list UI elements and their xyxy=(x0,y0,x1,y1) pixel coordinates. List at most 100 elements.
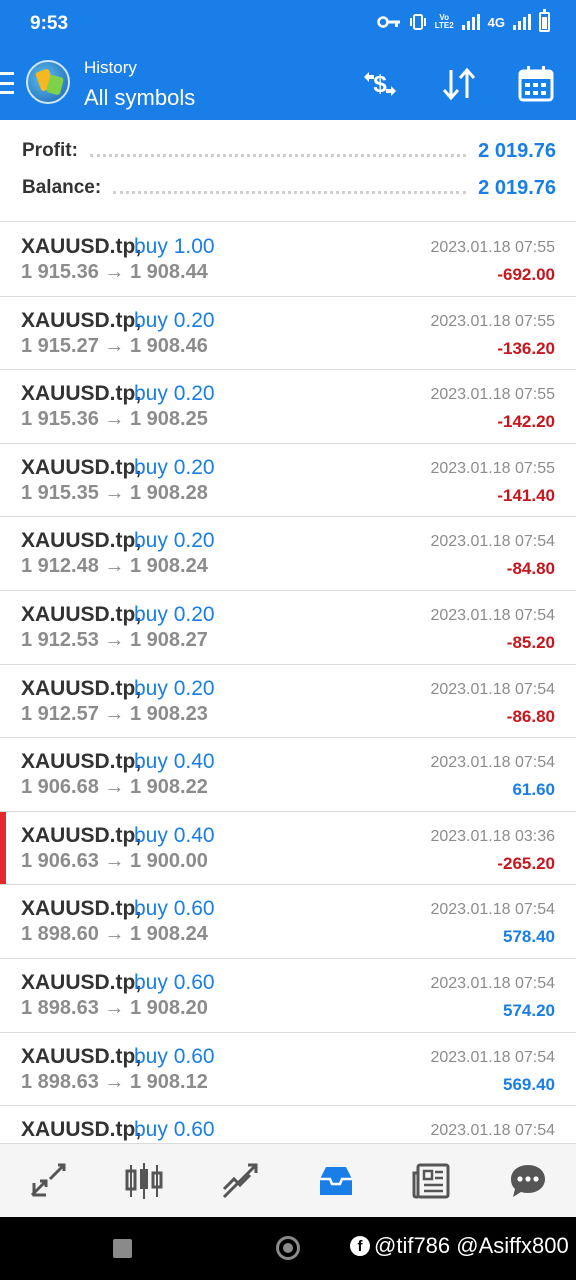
battery-icon xyxy=(539,9,550,32)
deal-row[interactable]: XAUUSD.tp, buy 0.60 1 898.60 → 1 908.24 202… xyxy=(0,885,576,959)
nav-trade[interactable] xyxy=(192,1144,288,1217)
deal-symbol: XAUUSD.tp, xyxy=(21,529,142,553)
deal-profit: -84.80 xyxy=(506,559,555,579)
deal-time: 2023.01.18 03:36 xyxy=(430,827,555,845)
deal-profit: 578.40 xyxy=(503,927,555,947)
calendar-icon[interactable] xyxy=(516,64,556,104)
deal-prices: 1 915.36 → 1 908.44 xyxy=(21,261,208,283)
network-type: 4G xyxy=(487,14,505,30)
balance-row: Balance: 2 019.76 xyxy=(22,173,556,203)
nav-news[interactable] xyxy=(384,1144,480,1217)
summary-panel: Profit: 2 019.76 Balance: 2 019.76 xyxy=(0,120,576,222)
deal-row[interactable]: XAUUSD.tp, buy 0.40 1 906.68 → 1 908.22 202… xyxy=(0,738,576,812)
deal-symbol: XAUUSD.tp, xyxy=(21,750,142,774)
deal-row[interactable]: XAUUSD.tp, buy 0.40 1 906.63 → 1 900.00 202… xyxy=(0,811,576,886)
deal-profit: -265.20 xyxy=(497,853,555,873)
chart-icon xyxy=(125,1162,163,1199)
deal-symbol: XAUUSD.tp, xyxy=(21,823,142,847)
system-nav-bar: f @tif786 @Asiffx800 xyxy=(0,1217,576,1280)
deal-type: buy 0.60 xyxy=(134,970,215,994)
deal-prices: 1 912.48 → 1 908.24 xyxy=(21,555,208,578)
deal-type: buy 0.40 xyxy=(134,750,215,774)
menu-icon[interactable] xyxy=(0,72,16,94)
deals-list[interactable]: XAUUSD.tp, buy 1.00 1 915.36 → 1 908.44 202… xyxy=(0,223,576,1143)
nav-quotes[interactable] xyxy=(0,1144,96,1217)
trade-icon xyxy=(222,1163,258,1198)
deal-symbol: XAUUSD.tp, xyxy=(21,602,142,626)
deal-row[interactable]: XAUUSD.tp, buy 0.60 1 898.63 → 1 908.12 202… xyxy=(0,1032,576,1107)
deal-prices: 1 915.36 → 1 908.25 xyxy=(21,408,208,431)
status-time: 9:53 xyxy=(30,13,69,34)
deal-profit: -85.20 xyxy=(506,632,555,652)
deal-symbol: XAUUSD.tp, xyxy=(21,308,142,332)
nav-history[interactable] xyxy=(288,1144,384,1217)
symbol-filter[interactable]: All symbols xyxy=(84,85,195,111)
deal-row[interactable]: XAUUSD.tp, buy 0.20 1 912.53 → 1 908.27 202… xyxy=(0,590,576,665)
deal-symbol: XAUUSD.tp, xyxy=(21,1044,142,1068)
app-logo[interactable] xyxy=(26,60,70,104)
deal-symbol: XAUUSD.tp, xyxy=(21,382,142,406)
deal-prices: 1 912.57 → 1 908.23 xyxy=(21,702,208,725)
nav-chat[interactable] xyxy=(480,1144,576,1217)
deal-row[interactable]: XAUUSD.tp, buy 0.60 1 898.63 → 1 908.20 202… xyxy=(0,958,576,1033)
deal-time: 2023.01.18 07:55 xyxy=(430,312,555,330)
deal-prices: 1 915.27 → 1 908.46 xyxy=(21,334,208,357)
deal-type: buy 0.20 xyxy=(134,382,215,406)
deal-row[interactable]: XAUUSD.tp, buy 0.20 1 912.57 → 1 908.23 202… xyxy=(0,664,576,739)
deal-time: 2023.01.18 07:55 xyxy=(430,386,555,404)
deal-type: buy 1.00 xyxy=(134,235,215,258)
balance-label: Balance: xyxy=(22,177,102,198)
deal-type: buy 0.20 xyxy=(134,455,215,479)
deal-time: 2023.01.18 07:54 xyxy=(430,1122,555,1140)
deal-profit: -136.20 xyxy=(497,338,555,358)
deal-type: buy 0.20 xyxy=(134,308,215,332)
deal-symbol: XAUUSD.tp, xyxy=(21,1118,142,1142)
deal-type: buy 0.20 xyxy=(134,529,215,553)
deal-prices: 1 898.60 → 1 908.24 xyxy=(21,923,208,946)
deal-type: buy 0.60 xyxy=(134,1118,215,1142)
deal-time: 2023.01.18 07:54 xyxy=(430,901,555,919)
profit-label: Profit: xyxy=(22,140,78,161)
home-button[interactable] xyxy=(276,1236,300,1260)
recents-button[interactable] xyxy=(113,1239,132,1258)
balance-value: 2 019.76 xyxy=(478,176,556,199)
deal-type: buy 0.40 xyxy=(134,823,215,847)
currency-exchange-icon[interactable]: $ xyxy=(360,64,400,104)
deal-symbol: XAUUSD.tp, xyxy=(21,676,142,700)
deal-time: 2023.01.18 07:54 xyxy=(430,533,555,551)
deal-row[interactable]: XAUUSD.tp, buy 0.60 2023.01.18 07:54 xyxy=(0,1106,576,1143)
deal-prices: 1 912.53 → 1 908.27 xyxy=(21,628,208,651)
deal-time: 2023.01.18 07:55 xyxy=(430,459,555,477)
history-icon xyxy=(320,1166,352,1195)
signal-icon xyxy=(461,14,480,30)
signal-2-icon xyxy=(513,14,531,30)
deal-time: 2023.01.18 07:54 xyxy=(430,974,555,992)
deal-symbol: XAUUSD.tp, xyxy=(21,455,142,479)
deal-profit: -692.00 xyxy=(497,265,555,284)
volte-icon: Vo LTE2 xyxy=(434,13,454,30)
deal-row[interactable]: XAUUSD.tp, buy 0.20 1 912.48 → 1 908.24 202… xyxy=(0,517,576,591)
deal-time: 2023.01.18 07:54 xyxy=(430,680,555,698)
dotted-leader xyxy=(89,153,467,157)
deal-profit: -86.80 xyxy=(506,706,555,726)
app-bar: History All symbols $ xyxy=(0,48,576,120)
deal-type: buy 0.60 xyxy=(134,1044,215,1068)
deal-row[interactable]: XAUUSD.tp, buy 0.20 1 915.35 → 1 908.28 202… xyxy=(0,443,576,518)
deal-symbol: XAUUSD.tp, xyxy=(21,970,142,994)
deal-row[interactable]: XAUUSD.tp, buy 1.00 1 915.36 → 1 908.44 202… xyxy=(0,223,576,297)
deal-profit: 61.60 xyxy=(512,780,555,800)
dotted-leader xyxy=(113,190,467,194)
deal-row[interactable]: XAUUSD.tp, buy 0.20 1 915.27 → 1 908.46 202… xyxy=(0,296,576,371)
facebook-icon: f xyxy=(350,1236,370,1256)
sort-icon[interactable] xyxy=(439,64,479,104)
page-title: History xyxy=(84,58,137,77)
deal-prices: 1 906.68 → 1 908.22 xyxy=(21,776,208,799)
nav-chart[interactable] xyxy=(96,1144,192,1217)
deal-type: buy 0.60 xyxy=(134,897,215,921)
deal-symbol: XAUUSD.tp, xyxy=(21,897,142,921)
quotes-icon xyxy=(30,1163,66,1196)
deal-prices: 1 915.35 → 1 908.28 xyxy=(21,481,208,504)
svg-text:$: $ xyxy=(373,71,387,98)
deal-row[interactable]: XAUUSD.tp, buy 0.20 1 915.36 → 1 908.25 202… xyxy=(0,370,576,444)
deal-type: buy 0.20 xyxy=(134,602,215,626)
